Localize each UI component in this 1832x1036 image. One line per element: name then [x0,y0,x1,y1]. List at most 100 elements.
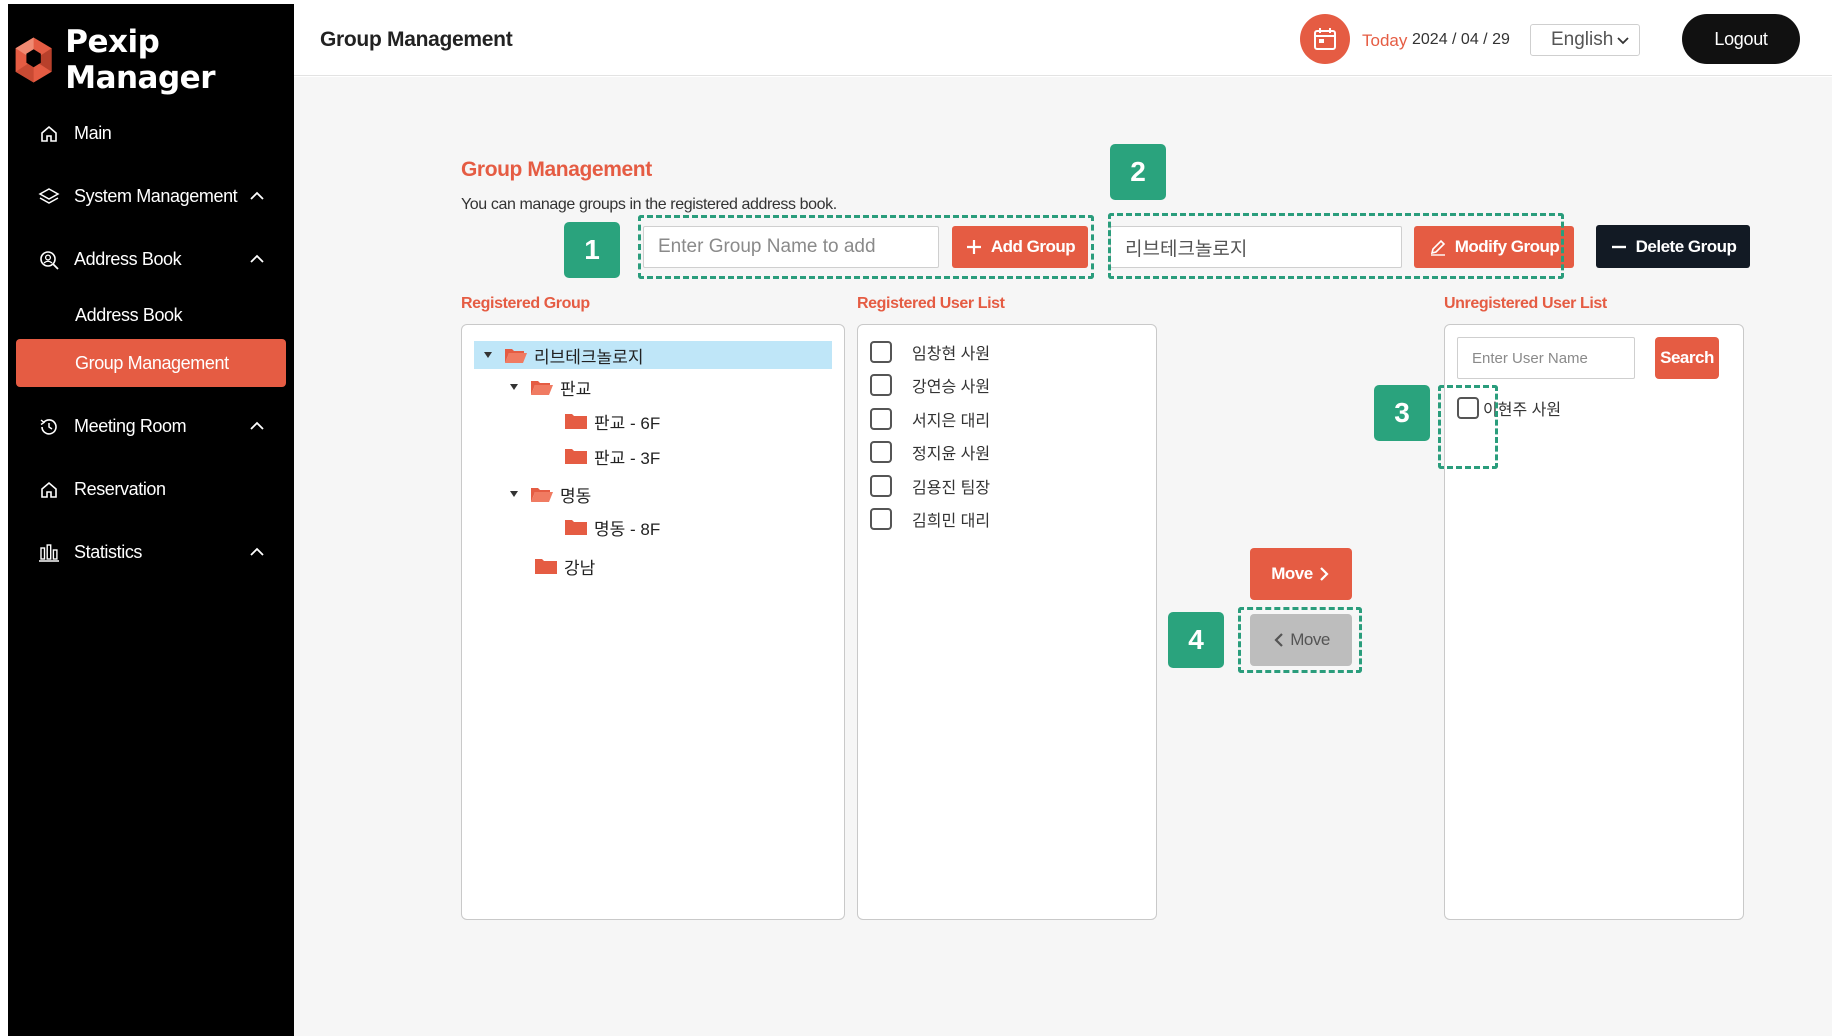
move-right-label: Move [1271,564,1313,583]
unregistered-user-list-label: Unregistered User List [1444,295,1607,312]
move-right-button[interactable]: Move [1250,548,1352,600]
sidebar-item-reservation[interactable]: Reservation [8,458,294,521]
home-icon [38,123,60,145]
calendar-button[interactable] [1300,14,1350,64]
expand-arrow-icon[interactable] [510,491,518,497]
expand-arrow-icon[interactable] [484,352,492,358]
sidebar-item-label: Meeting Room [74,416,187,436]
user-checkbox[interactable] [870,475,892,497]
user-search-input[interactable]: Enter User Name [1457,337,1635,379]
folder-open-icon [505,349,527,363]
sidebar-item-system-management[interactable]: System Management [8,165,294,228]
language-value: English [1551,29,1614,50]
user-search-placeholder: Enter User Name [1472,349,1588,367]
sidebar: Pexip Manager Main System Management Add… [8,4,294,1036]
app-logo[interactable]: Pexip Manager [12,24,294,96]
user-name: 김희민 대리 [912,513,991,530]
registered-user-list-label: Registered User List [857,295,1005,312]
chevron-right-icon [1319,567,1329,581]
tree-node-myeongdong[interactable]: 명동 [510,480,591,508]
user-checkbox[interactable] [870,441,892,463]
tree-node-label: 명동 - 8F [594,519,661,539]
sidebar-subitem-label: Address Book [75,304,183,325]
registered-user-row[interactable]: 정지윤 사원 [870,439,990,465]
tree-node-myeongdong-8f[interactable]: 명동 - 8F [564,513,660,541]
registered-user-row[interactable]: 임창현 사원 [870,339,990,365]
sidebar-item-label: Main [74,123,112,143]
pexip-logo-icon [15,37,52,83]
user-checkbox[interactable] [870,374,892,396]
tree-node-label: 판교 - 3F [594,448,661,468]
registered-group-panel: 리브테크놀로지 판교 판교 - 6F 판교 - 3F 명동 명동 - 8F 강남 [461,324,845,920]
sidebar-item-statistics[interactable]: Statistics [8,521,294,584]
chevron-down-icon [1617,37,1629,45]
chevron-up-icon[interactable] [248,250,266,268]
tree-node-label: 강남 [564,558,596,578]
user-checkbox[interactable] [870,408,892,430]
user-name: 정지윤 사원 [912,446,991,463]
registered-group-label: Registered Group [461,295,590,312]
annotation-badge-4: 4 [1168,612,1224,668]
user-checkbox[interactable] [870,508,892,530]
registered-user-row[interactable]: 강연승 사원 [870,372,990,398]
user-checkbox[interactable] [870,341,892,363]
user-name: 임창현 사원 [912,346,991,363]
sidebar-item-label: Statistics [74,542,143,562]
sidebar-item-address-book[interactable]: Address Book [8,228,294,291]
sidebar-item-meeting-room[interactable]: Meeting Room [8,395,294,458]
tree-node-label: 리브테크놀로지 [534,347,644,367]
tree-node-pangyo-6f[interactable]: 판교 - 6F [564,407,660,435]
folder-open-icon [531,488,553,502]
tree-node-label: 판교 - 6F [594,413,661,433]
user-name: 강연승 사원 [912,379,991,396]
calendar-icon [1314,28,1336,50]
language-select[interactable]: English [1530,24,1640,56]
section-title: Group Management [461,158,652,181]
sidebar-subitem-label: Group Management [75,352,229,373]
tree-node-label: 명동 [560,486,592,506]
user-name: 서지은 대리 [912,413,991,430]
chevron-up-icon[interactable] [248,417,266,435]
logout-button[interactable]: Logout [1682,14,1800,64]
annotation-box-4 [1238,607,1362,673]
registered-user-panel: 임창현 사원 강연승 사원 서지은 대리 정지윤 사원 김용진 팀장 김희민 대… [857,324,1157,920]
search-button[interactable]: Search [1655,337,1719,379]
tree-node-pangyo[interactable]: 판교 [510,373,591,401]
today-date: 2024 / 04 / 29 [1412,31,1510,48]
registered-user-row[interactable]: 서지은 대리 [870,406,990,432]
section-description: You can manage groups in the registered … [461,196,837,213]
folder-icon [565,449,587,464]
folder-icon [565,520,587,535]
chevron-up-icon[interactable] [248,187,266,205]
delete-group-button[interactable]: Delete Group [1596,225,1750,268]
annotation-box-3 [1438,385,1498,469]
annotation-box-1 [638,215,1094,279]
tree-node-root[interactable]: 리브테크놀로지 [474,341,832,369]
app-name: Pexip Manager [65,24,215,96]
home-icon [38,479,60,501]
sidebar-nav: Main System Management Address Book Addr… [8,102,294,584]
tree-node-gangnam[interactable]: 강남 [534,552,595,580]
sidebar-subitem-address-book[interactable]: Address Book [8,291,294,339]
expand-arrow-icon[interactable] [510,384,518,390]
annotation-box-2 [1108,213,1564,279]
tree-node-label: 판교 [560,379,592,399]
annotation-badge-2: 2 [1110,144,1166,200]
sidebar-subitem-group-management[interactable]: Group Management [16,339,286,387]
today-label: Today [1362,31,1408,50]
folder-icon [535,559,557,574]
tree-node-pangyo-3f[interactable]: 판교 - 3F [564,442,660,470]
annotation-badge-3: 3 [1374,385,1430,441]
history-icon [38,416,60,438]
registered-user-row[interactable]: 김희민 대리 [870,506,990,532]
minus-icon [1610,238,1628,256]
sidebar-item-label: System Management [74,186,238,206]
chevron-up-icon[interactable] [248,543,266,561]
user-name: 김용진 팀장 [912,480,991,497]
bar-chart-icon [38,542,60,564]
delete-group-label: Delete Group [1635,236,1737,256]
top-header: Group Management Today 2024 / 04 / 29 En… [294,0,1832,76]
registered-user-row[interactable]: 김용진 팀장 [870,473,990,499]
sidebar-item-main[interactable]: Main [8,102,294,165]
